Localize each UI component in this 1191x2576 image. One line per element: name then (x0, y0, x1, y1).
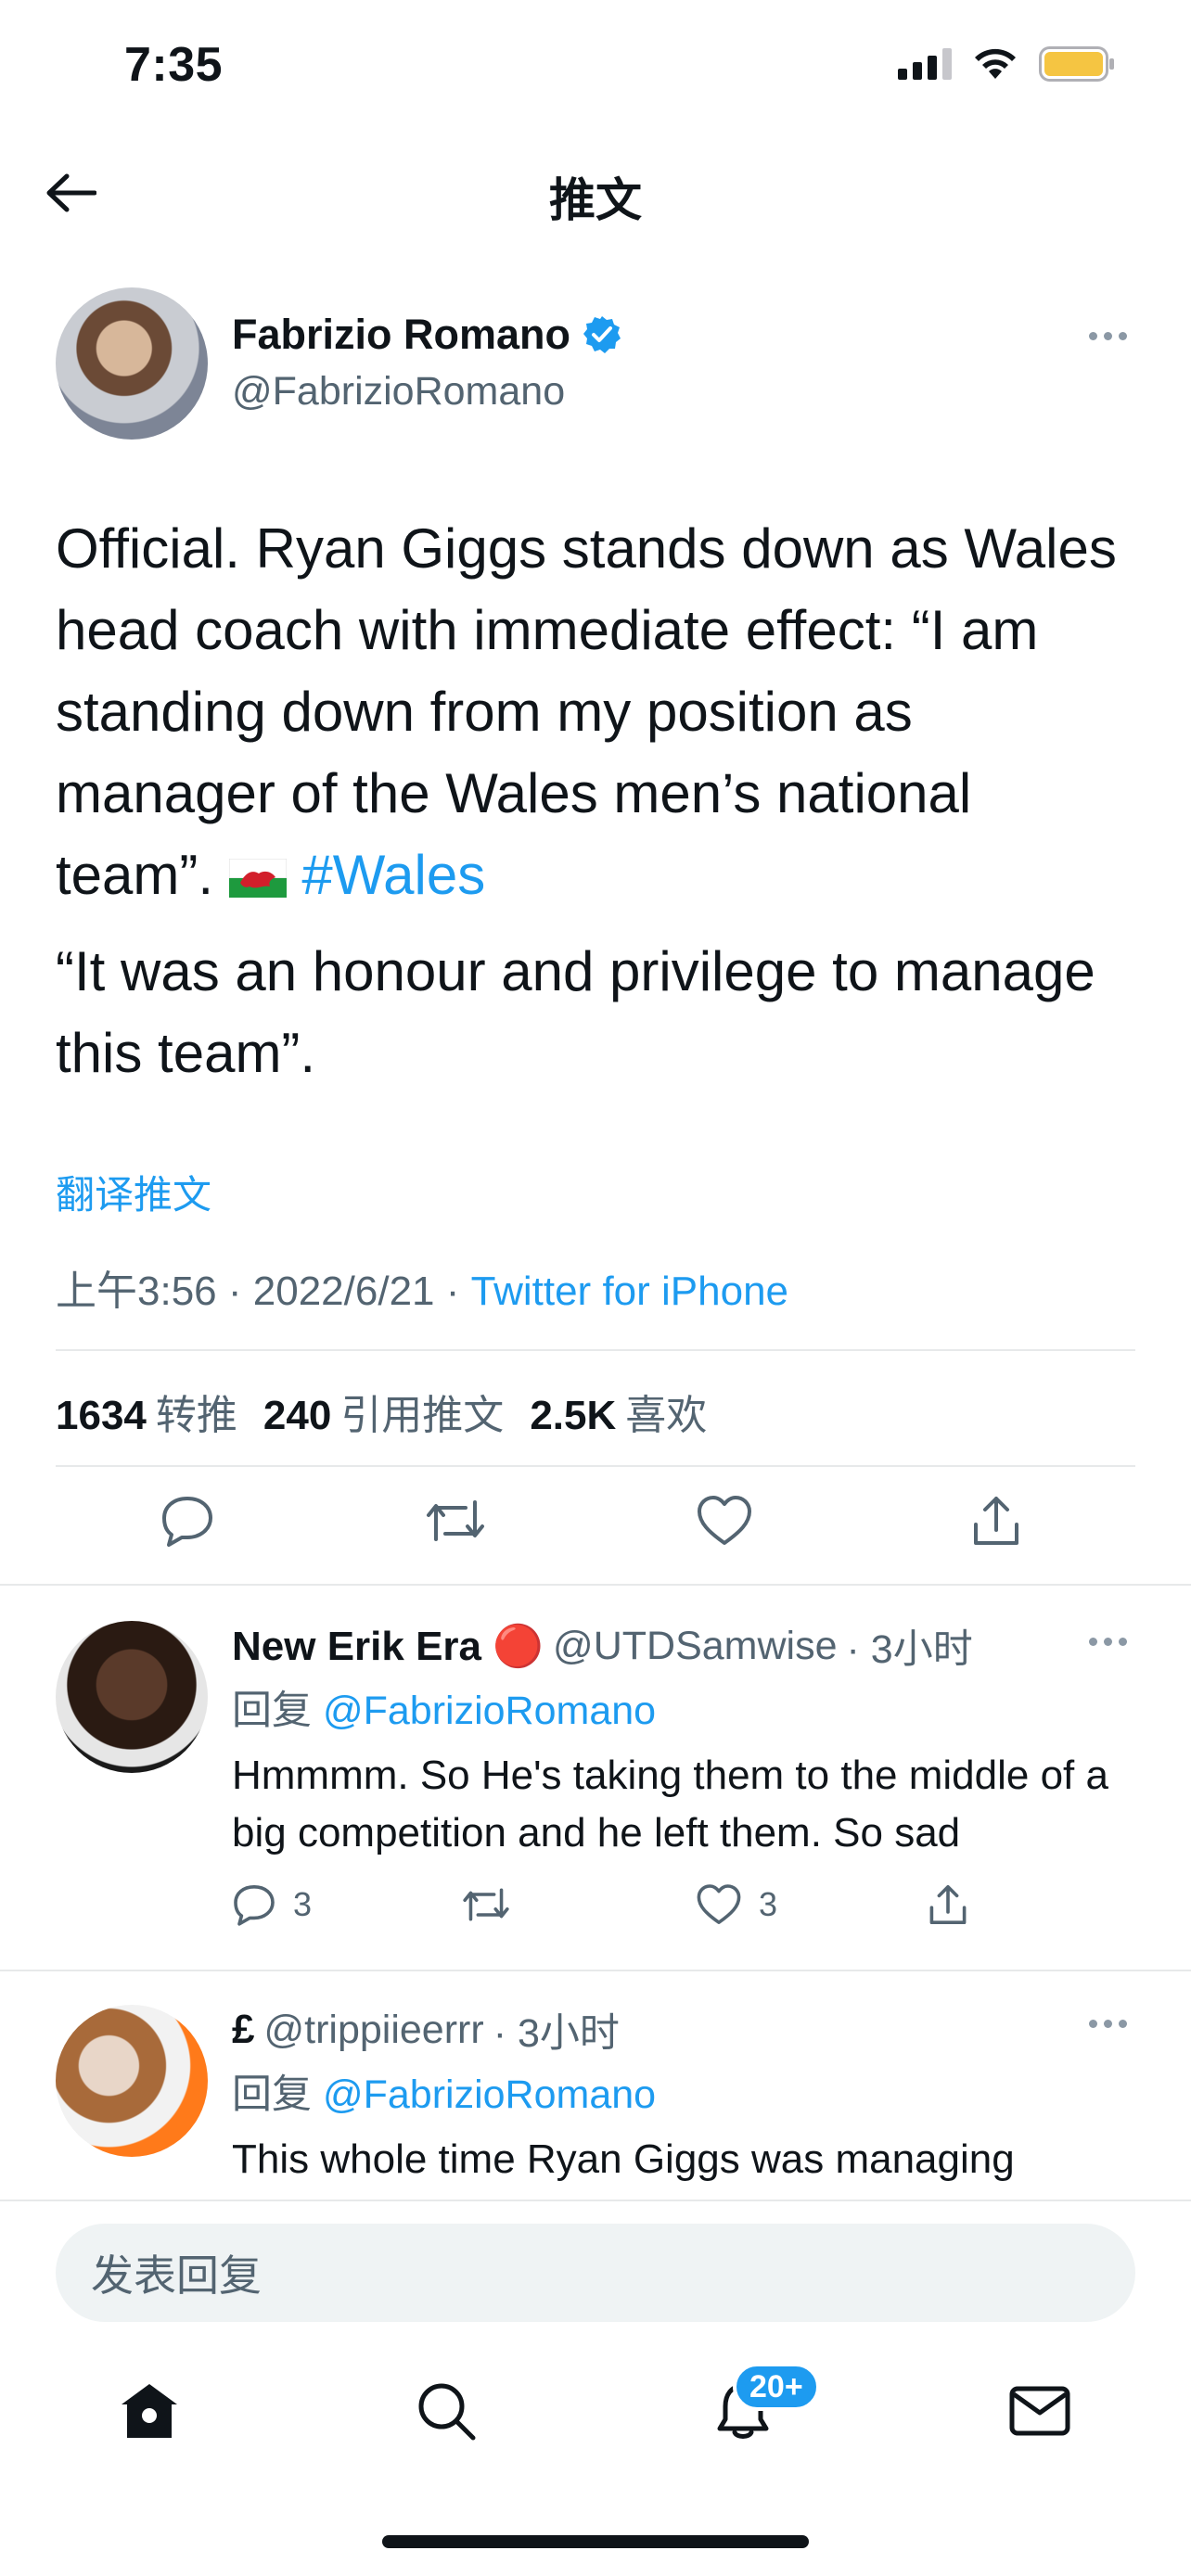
tab-home[interactable] (108, 2369, 191, 2453)
reply-author-name[interactable]: New Erik Era 🔴 (232, 1622, 544, 1670)
author-name[interactable]: Fabrizio Romano (232, 311, 622, 359)
divider (0, 1970, 1191, 1971)
tweet-text: Official. Ryan Giggs stands down as Wale… (56, 508, 1132, 916)
retweet-icon (427, 1500, 484, 1541)
reply-text: Hmmmm. So He's taking them to the middle… (232, 1753, 1108, 1855)
wales-flag-icon (228, 858, 288, 898)
reply-header: £ @trippiieerrr · 3小时 (232, 2001, 620, 2059)
status-time: 7:35 (124, 38, 224, 92)
tweet-time: 上午3:56 (56, 1269, 217, 1314)
reply-avatar[interactable] (56, 2005, 208, 2157)
reply-author-handle[interactable]: @UTDSamwise (553, 1624, 837, 1669)
tweet-date: 2022/6/21 (252, 1269, 435, 1314)
messages-icon (1009, 2386, 1070, 2436)
more-options-icon[interactable] (1089, 1638, 1127, 1646)
heart-icon (697, 1884, 741, 1924)
verified-badge-icon (583, 316, 621, 353)
page-title: 推文 (549, 174, 642, 226)
reply-button[interactable]: 3 (232, 1882, 312, 1927)
share-icon (929, 1885, 967, 1924)
reply-header: New Erik Era 🔴 @UTDSamwise · 3小时 (232, 1617, 973, 1675)
author-avatar[interactable] (56, 287, 208, 440)
battery-icon (1039, 46, 1114, 82)
tweet-source[interactable]: Twitter for iPhone (471, 1269, 788, 1314)
tweet-text-main: Official. Ryan Giggs stands down as Wale… (56, 517, 1117, 906)
reply-action-bar: 3 3 (232, 1882, 1030, 1938)
reply-prefix: 回复 (232, 1689, 312, 1733)
reply-time: · 3小时 (493, 2011, 620, 2056)
divider (0, 1584, 1191, 1586)
reply-button[interactable] (160, 1493, 215, 1549)
divider (56, 1465, 1135, 1467)
like-button[interactable] (696, 1493, 753, 1549)
status-icons (898, 46, 1115, 82)
reply-count: 3 (293, 1885, 313, 1923)
tweet-text-second: “It was an honour and privilege to manag… (56, 940, 1095, 1084)
meta-separator: · (445, 1269, 460, 1314)
search-icon (418, 2383, 476, 2441)
reply-text: This whole time Ryan Giggs was managing (232, 2136, 1015, 2182)
tab-search[interactable] (404, 2369, 488, 2453)
like-button[interactable]: 3 (696, 1882, 777, 1927)
tab-messages[interactable] (998, 2369, 1082, 2453)
wifi-icon (975, 48, 1016, 79)
reply-prefix: 回复 (232, 2072, 312, 2117)
more-options-icon[interactable] (1089, 332, 1127, 340)
home-icon (122, 2384, 177, 2438)
heart-icon (698, 1496, 751, 1545)
notification-badge: 20+ (733, 2363, 820, 2411)
compose-divider (0, 2200, 1191, 2201)
retweet-button[interactable] (462, 1882, 510, 1927)
tweet-meta: 上午3:56 · 2022/6/21 · Twitter for iPhone (56, 1257, 788, 1317)
reply-author-handle[interactable]: @trippiieerrr (263, 2008, 483, 2053)
more-options-icon[interactable] (1089, 2020, 1127, 2028)
reply-compose-input[interactable]: 发表回复 (56, 2224, 1135, 2322)
tweet-action-bar (56, 1493, 1135, 1567)
divider (56, 1349, 1135, 1351)
tweet-stats: 1634 转推 240 引用推文 2.5K 喜欢 (56, 1382, 707, 1441)
reply-author-name[interactable]: £ (232, 2007, 254, 2053)
reply-to-line: 回复 @FabrizioRomano (232, 1678, 656, 1736)
meta-separator: · (227, 1269, 242, 1314)
reply-mention[interactable]: @FabrizioRomano (323, 1689, 656, 1733)
quote-stat[interactable]: 240 引用推文 (263, 1382, 504, 1441)
home-indicator[interactable] (382, 2535, 809, 2548)
compose-placeholder: 发表回复 (91, 2251, 262, 2300)
like-count: 3 (759, 1885, 778, 1923)
share-button[interactable] (926, 1882, 970, 1927)
translate-link[interactable]: 翻译推文 (56, 1164, 211, 1220)
reply-icon (162, 1497, 212, 1547)
reply-mention[interactable]: @FabrizioRomano (323, 2072, 656, 2117)
signal-icon (898, 48, 952, 80)
hashtag-link[interactable]: #Wales (301, 844, 485, 906)
reply-to-line: 回复 @FabrizioRomano (232, 2062, 656, 2120)
retweet-icon (463, 1888, 509, 1921)
retweet-stat[interactable]: 1634 转推 (56, 1382, 237, 1441)
reply-time: · 3小时 (846, 1627, 973, 1672)
share-button[interactable] (968, 1493, 1024, 1549)
reply-avatar[interactable] (56, 1621, 208, 1773)
like-stat[interactable]: 2.5K 喜欢 (530, 1382, 707, 1441)
retweet-button[interactable] (425, 1493, 486, 1549)
author-handle[interactable]: @FabrizioRomano (232, 369, 565, 414)
reply-icon (234, 1885, 275, 1926)
author-name-text: Fabrizio Romano (232, 311, 571, 358)
share-icon (974, 1497, 1018, 1545)
